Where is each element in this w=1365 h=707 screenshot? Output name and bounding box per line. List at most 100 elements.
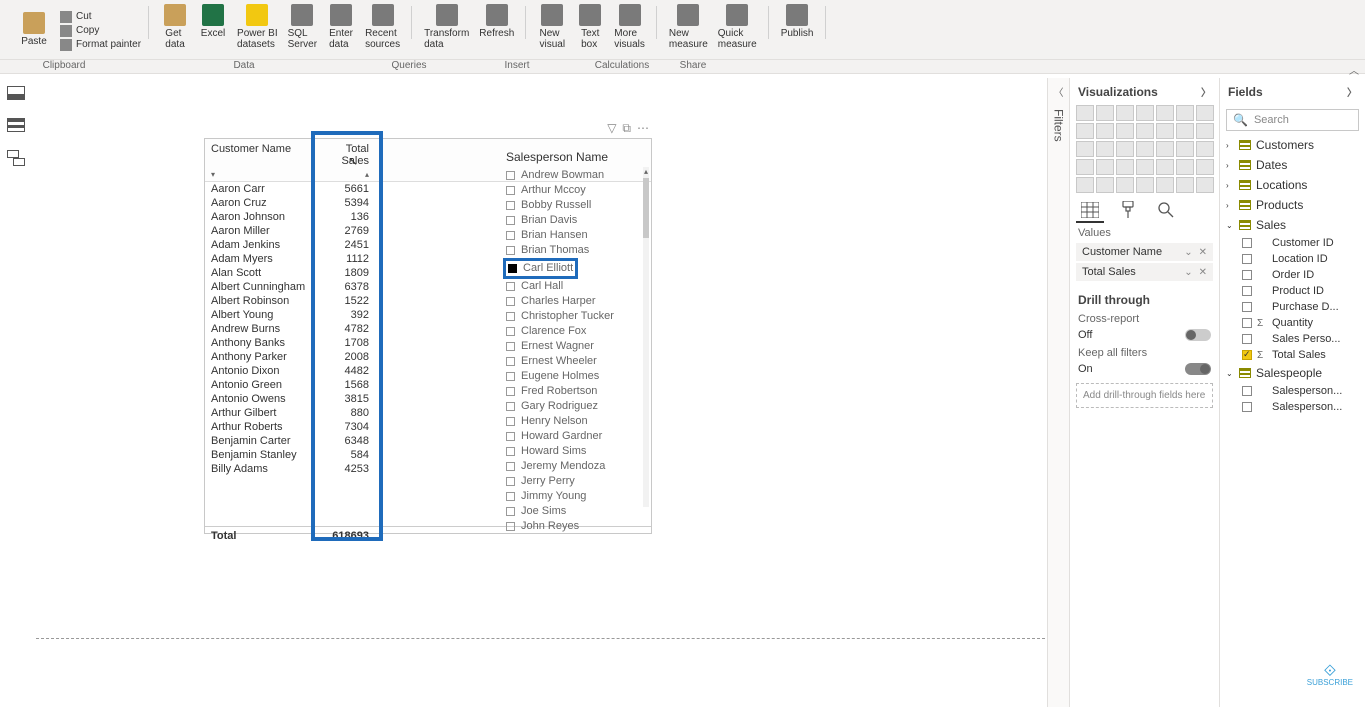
collapse-ribbon-caret[interactable]: ︿ [1349,62,1359,77]
viz-type-icon[interactable] [1156,177,1174,193]
field-item[interactable]: Location ID [1220,251,1365,267]
viz-type-icon[interactable] [1076,177,1094,193]
slicer-visual[interactable]: Salesperson Name Andrew BowmanArthur Mcc… [506,150,716,534]
viz-type-icon[interactable] [1116,141,1134,157]
field-item[interactable]: Salesperson... [1220,399,1365,415]
more-visuals-button[interactable]: More visuals [610,2,649,52]
slicer-option[interactable]: Jimmy Young [506,489,716,504]
field-item[interactable]: Customer ID [1220,235,1365,251]
field-item[interactable]: Sales Perso... [1220,331,1365,347]
data-view-icon[interactable] [7,118,25,132]
remove-field-icon[interactable]: ✕ [1199,247,1207,258]
viz-type-icon[interactable] [1196,177,1214,193]
field-well[interactable]: Customer Name⌄✕ [1076,243,1213,261]
slicer-option[interactable]: Christopher Tucker [506,309,716,324]
field-checkbox[interactable] [1242,302,1252,312]
fields-search-input[interactable]: 🔍 Search [1226,109,1359,131]
text-box-button[interactable]: Text box [572,2,608,52]
field-item[interactable]: Product ID [1220,283,1365,299]
viz-type-icon[interactable] [1196,159,1214,175]
viz-type-icon[interactable] [1116,123,1134,139]
field-table-header[interactable]: ›Dates [1220,155,1365,175]
field-item[interactable]: ΣTotal Sales [1220,347,1365,363]
field-well[interactable]: Total Sales⌄✕ [1076,263,1213,281]
analytics-tab-icon[interactable] [1156,201,1176,219]
col-header-total-sales[interactable]: Total Sales▴ [313,139,375,182]
slicer-option[interactable]: Brian Thomas [506,243,716,258]
format-tab-icon[interactable] [1118,201,1138,219]
field-item[interactable]: ΣQuantity [1220,315,1365,331]
collapse-viz-chevron[interactable]: 〉 [1201,84,1211,99]
slicer-option[interactable]: Jeremy Mendoza [506,459,716,474]
transform-data-button[interactable]: Transform data [420,2,473,52]
slicer-option[interactable]: Arthur Mccoy [506,183,716,198]
slicer-option[interactable]: Jerry Perry [506,474,716,489]
field-table-header[interactable]: ›Products [1220,195,1365,215]
refresh-button[interactable]: Refresh [475,2,518,52]
viz-type-icon[interactable] [1196,105,1214,121]
slicer-option[interactable]: Joe Sims [506,504,716,519]
slicer-option[interactable]: Henry Nelson [506,414,716,429]
slicer-option[interactable]: Ernest Wheeler [506,354,716,369]
viz-type-icon[interactable] [1136,159,1154,175]
field-item[interactable]: Salesperson... [1220,383,1365,399]
field-item[interactable]: Order ID [1220,267,1365,283]
col-header-customer[interactable]: Customer Name▾ [205,139,313,182]
viz-type-icon[interactable] [1096,123,1114,139]
viz-type-icon[interactable] [1096,141,1114,157]
slicer-option[interactable]: Bobby Russell [506,198,716,213]
viz-type-icon[interactable] [1196,123,1214,139]
report-view-icon[interactable] [7,86,25,100]
field-checkbox[interactable] [1242,350,1252,360]
model-view-icon[interactable] [7,150,25,164]
viz-type-icon[interactable] [1116,159,1134,175]
viz-type-icon[interactable] [1156,159,1174,175]
chevron-down-icon[interactable]: ⌄ [1184,247,1192,258]
remove-field-icon[interactable]: ✕ [1199,267,1207,278]
slicer-option[interactable]: Carl Hall [506,279,716,294]
field-table-header[interactable]: ›Locations [1220,175,1365,195]
viz-type-icon[interactable] [1156,141,1174,157]
field-checkbox[interactable] [1242,270,1252,280]
drill-drop-zone[interactable]: Add drill-through fields here [1076,383,1213,408]
field-checkbox[interactable] [1242,318,1252,328]
viz-type-icon[interactable] [1136,177,1154,193]
cut-button[interactable]: Cut [60,11,141,23]
publish-button[interactable]: Publish [777,2,818,41]
recent-sources-button[interactable]: Recent sources [361,2,404,52]
new-measure-button[interactable]: New measure [665,2,712,52]
chevron-down-icon[interactable]: ⌄ [1184,267,1192,278]
viz-type-icon[interactable] [1176,177,1194,193]
slicer-option[interactable]: Andrew Bowman [506,168,716,183]
viz-type-icon[interactable] [1076,123,1094,139]
get-data-button[interactable]: Get data [157,2,193,52]
viz-type-icon[interactable] [1096,105,1114,121]
field-checkbox[interactable] [1242,402,1252,412]
viz-type-icon[interactable] [1176,123,1194,139]
slicer-option[interactable]: Clarence Fox [506,324,716,339]
keep-filters-toggle[interactable] [1185,363,1211,375]
viz-type-icon[interactable] [1116,177,1134,193]
slicer-option[interactable]: Fred Robertson [506,384,716,399]
viz-type-icon[interactable] [1136,105,1154,121]
slicer-option[interactable]: Howard Sims [506,444,716,459]
new-visual-button[interactable]: New visual [534,2,570,52]
cross-report-toggle[interactable] [1185,329,1211,341]
field-table-header[interactable]: ›Customers [1220,135,1365,155]
viz-type-icon[interactable] [1116,105,1134,121]
viz-type-icon[interactable] [1156,105,1174,121]
field-checkbox[interactable] [1242,334,1252,344]
more-options-icon[interactable]: ⋯ [637,121,649,136]
field-checkbox[interactable] [1242,286,1252,296]
viz-type-icon[interactable] [1096,159,1114,175]
slicer-option[interactable]: Carl Elliott [506,258,716,279]
viz-type-icon[interactable] [1076,141,1094,157]
focus-mode-icon[interactable]: ⧉ [622,121,631,136]
field-checkbox[interactable] [1242,254,1252,264]
field-checkbox[interactable] [1242,386,1252,396]
slicer-option[interactable]: Eugene Holmes [506,369,716,384]
viz-type-icon[interactable] [1176,141,1194,157]
quick-measure-button[interactable]: Quick measure [714,2,761,52]
viz-type-icon[interactable] [1076,159,1094,175]
viz-type-icon[interactable] [1156,123,1174,139]
